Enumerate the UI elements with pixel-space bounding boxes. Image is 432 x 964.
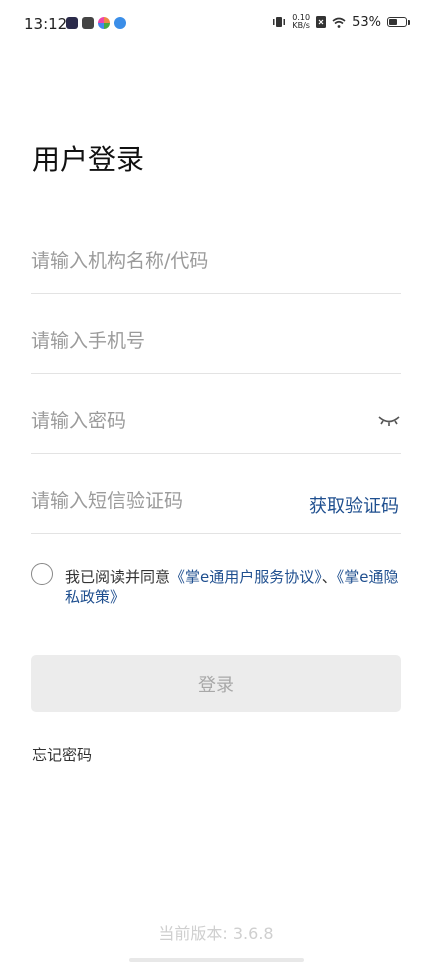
play-app-icon [66,17,78,29]
color-app-icon [98,17,110,29]
sms-code-input[interactable] [31,486,301,516]
home-indicator[interactable] [129,958,304,962]
agreement-separator: 、 [321,568,337,586]
org-field [31,214,401,294]
no-sim-icon [316,16,327,28]
login-button[interactable]: 登录 [31,655,401,712]
page-title: 用户登录 [32,143,145,176]
network-speed: 0.10 KB/s [292,14,310,30]
phone-field [31,294,401,374]
password-input[interactable] [31,406,301,436]
get-code-button[interactable]: 获取验证码 [309,492,399,518]
service-agreement-link[interactable]: 《掌e通用户服务协议》 [170,568,322,586]
battery-tip [408,19,410,25]
link-app-icon [82,17,94,29]
net-speed-unit: KB/s [292,21,310,30]
status-right: 0.10 KB/s 53% [272,14,410,30]
vibrate-icon [273,17,286,27]
browser-app-icon [114,17,126,29]
agreement-prefix: 我已阅读并同意 [65,568,171,586]
battery-percent: 53% [352,14,381,30]
notification-icons [66,17,126,29]
status-bar: 13:12 0.10 KB/s 53% [0,0,432,50]
org-input[interactable] [31,246,301,276]
forgot-password-link[interactable]: 忘记密码 [32,744,92,765]
eye-closed-icon[interactable] [377,410,401,430]
password-field [31,374,401,454]
version-label: 当前版本: 3.6.8 [158,924,274,943]
agreement-text: 我已阅读并同意《掌e通用户服务协议》、《掌e通隐私政策》 [65,567,401,607]
agreement-checkbox[interactable] [31,563,53,585]
battery-icon [387,17,407,27]
status-time: 13:12 [24,15,68,33]
battery-fill [389,19,397,25]
sms-code-field: 获取验证码 [31,454,401,534]
phone-input[interactable] [31,326,301,356]
wifi-icon [332,17,346,28]
